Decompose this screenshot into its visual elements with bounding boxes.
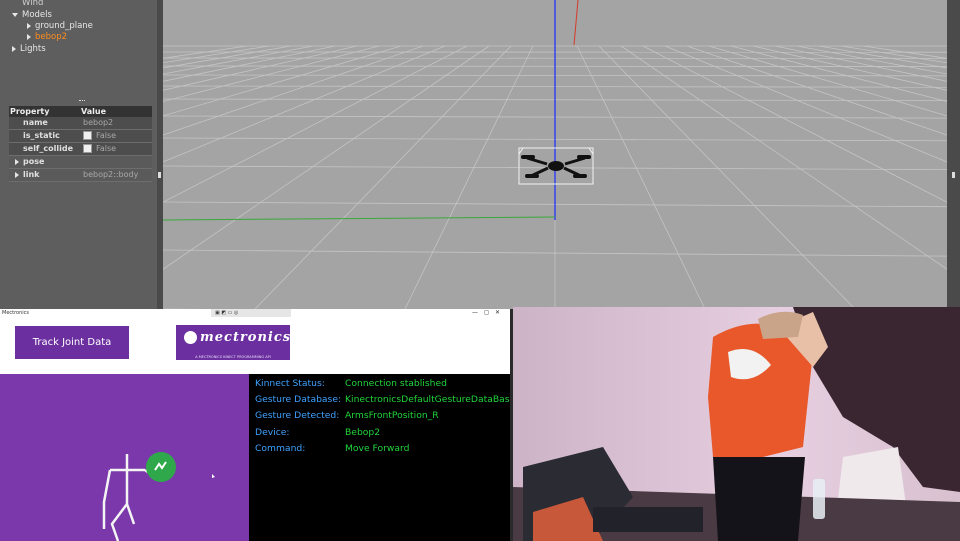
status-panel: Kinnect Status: Connection stablished Ge… xyxy=(249,374,510,541)
splitter-handle[interactable] xyxy=(79,100,85,104)
collapse-handle-icon[interactable] xyxy=(158,172,161,178)
minimize-button[interactable]: — xyxy=(472,309,484,316)
track-joint-data-button[interactable]: Track Joint Data xyxy=(15,326,129,359)
property-name: pose xyxy=(9,156,79,168)
record-controls-icon[interactable]: ▣ ◩ ▭ ◎ xyxy=(211,310,238,316)
window-title: Mectronics xyxy=(2,310,30,316)
bebop2-drone-model[interactable] xyxy=(517,146,595,186)
checkbox-label: False xyxy=(96,144,117,153)
window-controls: —◻✕ xyxy=(472,309,506,316)
property-table-header: Property Value xyxy=(9,106,152,117)
expand-down-icon[interactable] xyxy=(12,12,18,17)
expand-right-icon[interactable] xyxy=(15,171,19,178)
property-name: link xyxy=(9,169,79,181)
tree-item-label: ground_plane xyxy=(35,21,93,31)
status-label-gesture-database: Gesture Database: xyxy=(255,394,342,405)
status-value-gesture-detected: ArmsFrontPosition_R xyxy=(345,410,439,421)
expand-right-icon[interactable] xyxy=(27,22,31,29)
property-name: is_static xyxy=(23,131,60,140)
column-header-property: Property xyxy=(10,107,50,116)
expand-handle-icon[interactable] xyxy=(952,172,955,178)
checkbox[interactable] xyxy=(83,144,92,153)
tree-item-label: bebop2 xyxy=(35,32,68,42)
logo-subtitle: A MECTRONICS KINECT PROGRAMMING API xyxy=(195,355,271,359)
camera-feed-image xyxy=(513,307,960,541)
property-row-is-static[interactable]: is_static False xyxy=(9,130,152,143)
webcam-feed xyxy=(513,307,960,541)
property-value[interactable]: bebop2 xyxy=(81,117,152,129)
property-row-pose[interactable]: pose xyxy=(9,156,152,169)
property-row-name[interactable]: name bebop2 xyxy=(9,117,152,130)
checkbox-label: False xyxy=(96,131,117,140)
right-panel-collapsed[interactable] xyxy=(947,0,960,309)
skeleton-view xyxy=(0,374,249,541)
column-header-value: Value xyxy=(81,107,107,116)
tree-item-label: Models xyxy=(22,10,52,20)
status-value-kinect: Connection stablished xyxy=(345,378,447,389)
mectronics-app-window: Mectronics ▣ ◩ ▭ ◎ —◻✕ Track Joint Data … xyxy=(0,309,510,541)
property-row-link[interactable]: link bebop2::body xyxy=(9,169,152,182)
status-label-command: Command: xyxy=(255,443,306,454)
property-value: False xyxy=(81,143,152,155)
tree-item-lights[interactable]: Lights xyxy=(12,43,46,55)
skeleton-figure xyxy=(102,452,215,541)
maximize-button[interactable]: ◻ xyxy=(484,309,495,316)
status-label-kinect: Kinnect Status: xyxy=(255,378,325,389)
world-panel: Wind Models ground_plane bebop2 Lights P… xyxy=(0,0,157,309)
tree-item-label: Wind xyxy=(22,0,44,8)
screen-recorder-toolbar[interactable]: ▣ ◩ ▭ ◎ xyxy=(211,309,291,317)
property-value: False xyxy=(81,130,152,142)
status-label-device: Device: xyxy=(255,427,290,438)
property-name: self_collide xyxy=(23,144,74,153)
status-value-gesture-database: KinectronicsDefaultGestureDataBase xyxy=(345,394,510,405)
gazebo-3d-viewport[interactable] xyxy=(163,0,947,309)
tree-item-wind[interactable]: Wind xyxy=(22,0,43,9)
close-button[interactable]: ✕ xyxy=(495,309,506,316)
property-name-text: pose xyxy=(23,157,45,166)
mectronics-logo: mectronics A MECTRONICS KINECT PROGRAMMI… xyxy=(176,325,290,360)
property-row-self-collide[interactable]: self_collide False xyxy=(9,143,152,156)
status-label-gesture-detected: Gesture Detected: xyxy=(255,410,340,421)
property-name-text: link xyxy=(23,170,40,179)
expand-right-icon[interactable] xyxy=(12,45,16,52)
property-name: name xyxy=(23,118,48,127)
logo-badge-icon xyxy=(184,331,197,344)
checkbox[interactable] xyxy=(83,131,92,140)
expand-right-icon[interactable] xyxy=(27,33,31,40)
logo-wordmark: mectronics xyxy=(200,330,292,345)
status-value-command: Move Forward xyxy=(345,443,410,454)
tree-item-label: Lights xyxy=(20,44,46,54)
tree-item-bebop2[interactable]: bebop2 xyxy=(27,31,67,43)
expand-right-icon[interactable] xyxy=(15,158,19,165)
status-value-device: Bebop2 xyxy=(345,427,381,438)
property-value: bebop2::body xyxy=(83,170,139,179)
